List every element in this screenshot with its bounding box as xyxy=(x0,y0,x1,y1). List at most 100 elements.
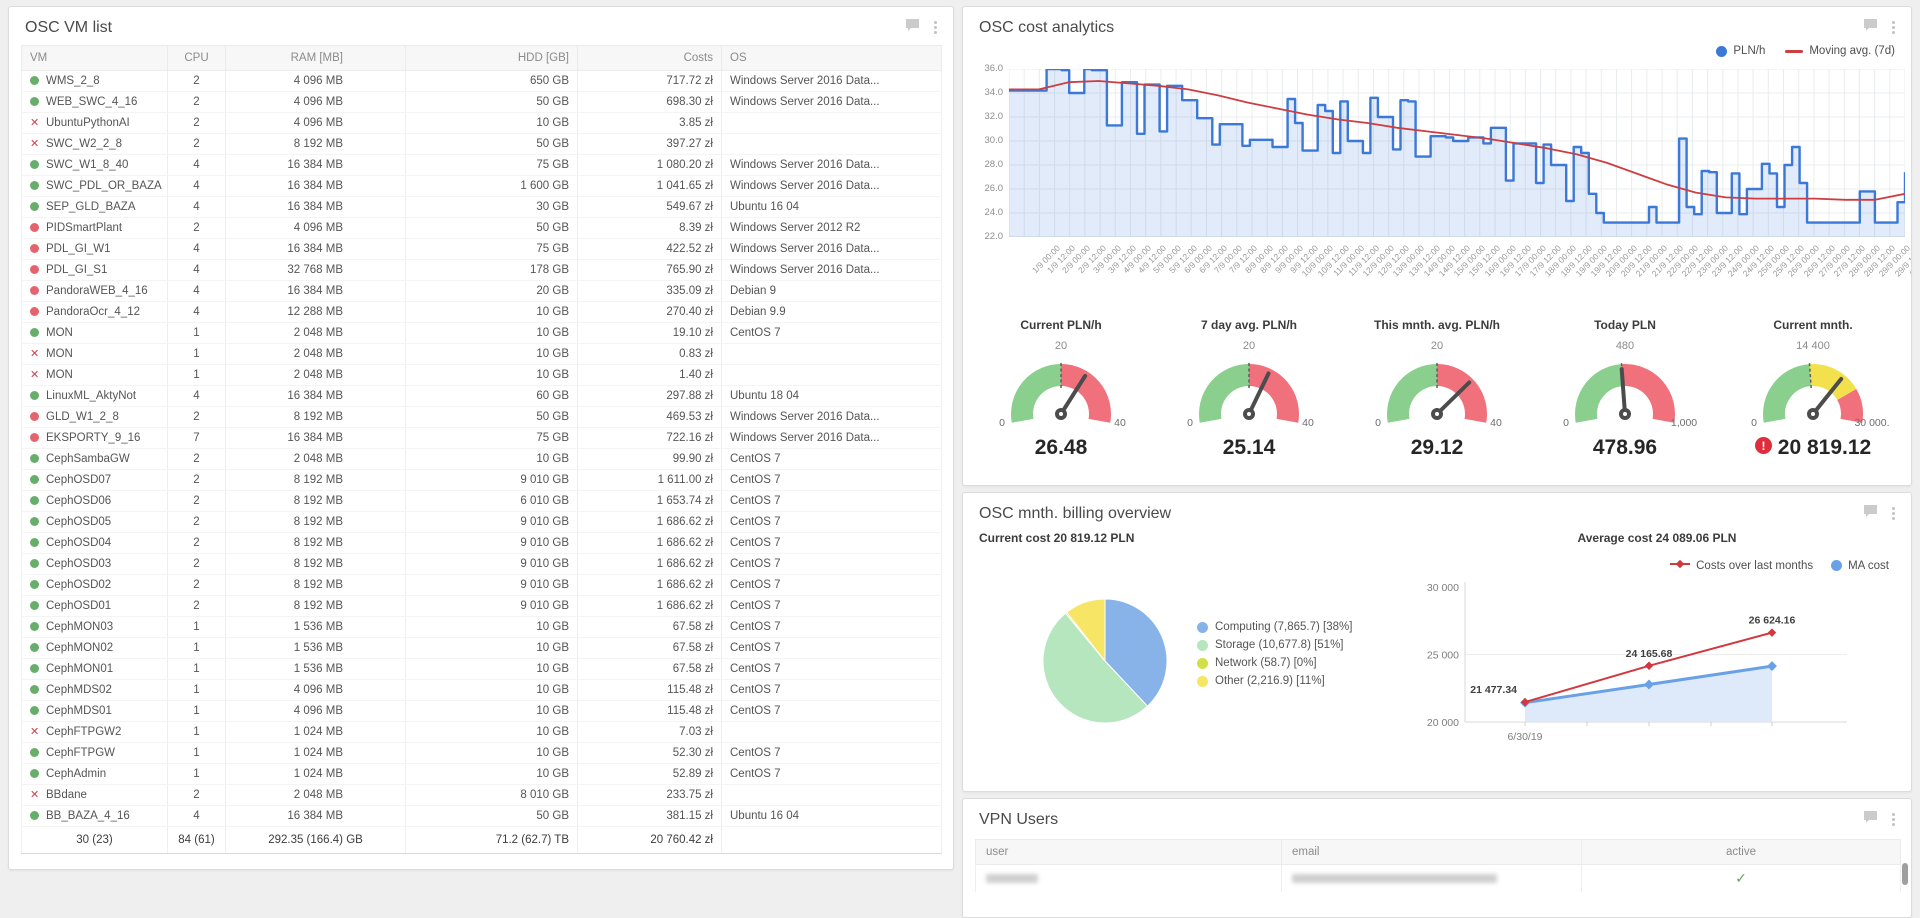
vm-name-cell: ✕BBdane xyxy=(22,785,168,806)
comment-icon[interactable] xyxy=(905,18,920,37)
table-row[interactable]: ✕BBdane22 048 MB8 010 GB233.75 zł xyxy=(22,785,942,806)
table-row[interactable]: CephMON0311 536 MB10 GB67.58 złCentOS 7 xyxy=(22,617,942,638)
vpn-table-row[interactable]: ✓ xyxy=(976,865,1901,893)
vm-name-cell: CephOSD03 xyxy=(22,554,168,575)
legend-item[interactable]: PLN/h xyxy=(1716,45,1765,57)
table-row[interactable]: ✕SWC_W2_2_828 192 MB50 GB397.27 zł xyxy=(22,134,942,155)
table-row[interactable]: CephMDS0114 096 MB10 GB115.48 złCentOS 7 xyxy=(22,701,942,722)
table-row[interactable]: LinuxML_AktyNot416 384 MB60 GB297.88 złU… xyxy=(22,386,942,407)
table-row[interactable]: SWC_PDL_OR_BAZA416 384 MB1 600 GB1 041.6… xyxy=(22,176,942,197)
table-row[interactable]: SEP_GLD_BAZA416 384 MB30 GB549.67 złUbun… xyxy=(22,197,942,218)
gauge[interactable]: This mnth. avg. PLN/h2004029.12 xyxy=(1343,318,1531,460)
vm-cpu-cell: 2 xyxy=(168,512,226,533)
table-row[interactable]: PandoraOcr_4_12412 288 MB10 GB270.40 złD… xyxy=(22,302,942,323)
column-header[interactable]: RAM [MB] xyxy=(226,46,406,71)
table-row[interactable]: WMS_2_824 096 MB650 GB717.72 złWindows S… xyxy=(22,71,942,92)
vm-os-cell: Ubuntu 16 04 xyxy=(722,197,942,218)
status-dot-icon xyxy=(30,433,39,442)
vm-cost-cell: 335.09 zł xyxy=(578,281,722,302)
status-x-icon: ✕ xyxy=(30,368,39,382)
table-row[interactable]: CephOSD0328 192 MB9 010 GB1 686.62 złCen… xyxy=(22,554,942,575)
table-row[interactable]: CephFTPGW11 024 MB10 GB52.30 złCentOS 7 xyxy=(22,743,942,764)
svg-text:40: 40 xyxy=(1302,417,1314,429)
column-header[interactable]: OS xyxy=(722,46,942,71)
table-row[interactable]: SWC_W1_8_40416 384 MB75 GB1 080.20 złWin… xyxy=(22,155,942,176)
kebab-menu-icon[interactable] xyxy=(1890,506,1897,521)
table-row[interactable]: MON12 048 MB10 GB19.10 złCentOS 7 xyxy=(22,323,942,344)
cost-chart[interactable]: 36.034.032.030.028.026.024.022.0 xyxy=(1009,69,1903,237)
table-row[interactable]: PIDSmartPlant24 096 MB50 GB8.39 złWindow… xyxy=(22,218,942,239)
billing-line-chart[interactable]: 30 00025 00020 0006/30/1921 477.3424 165… xyxy=(1419,572,1855,752)
table-row[interactable]: CephMDS0214 096 MB10 GB115.48 złCentOS 7 xyxy=(22,680,942,701)
pie-legend-item[interactable]: Computing (7,865.7) [38%] xyxy=(1197,621,1352,633)
comment-icon[interactable] xyxy=(1863,504,1878,523)
kebab-menu-icon[interactable] xyxy=(1890,812,1897,827)
column-header[interactable]: VM xyxy=(22,46,168,71)
pie-legend-item[interactable]: Network (58.7) [0%] xyxy=(1197,657,1352,669)
vm-cpu-cell: 4 xyxy=(168,176,226,197)
table-row[interactable]: CephOSD0728 192 MB9 010 GB1 611.00 złCen… xyxy=(22,470,942,491)
table-row[interactable]: ✕UbuntuPythonAI24 096 MB10 GB3.85 zł xyxy=(22,113,942,134)
vm-ram-cell: 8 192 MB xyxy=(226,596,406,617)
vm-cpu-cell: 1 xyxy=(168,659,226,680)
column-header[interactable]: active xyxy=(1582,840,1901,865)
table-row[interactable]: ✕CephFTPGW211 024 MB10 GB7.03 zł xyxy=(22,722,942,743)
kebab-menu-icon[interactable] xyxy=(932,20,939,35)
table-row[interactable]: BB_BAZA_4_16416 384 MB50 GB381.15 złUbun… xyxy=(22,806,942,827)
vm-hdd-cell: 9 010 GB xyxy=(406,554,578,575)
vm-ram-cell: 4 096 MB xyxy=(226,701,406,722)
table-row[interactable]: CephSambaGW22 048 MB10 GB99.90 złCentOS … xyxy=(22,449,942,470)
legend-item[interactable]: Moving avg. (7d) xyxy=(1785,45,1895,57)
table-row[interactable]: PDL_GI_S1432 768 MB178 GB765.90 złWindow… xyxy=(22,260,942,281)
table-row[interactable]: PandoraWEB_4_16416 384 MB20 GB335.09 złD… xyxy=(22,281,942,302)
vm-os-cell: CentOS 7 xyxy=(722,491,942,512)
vm-name: CephMON03 xyxy=(46,621,113,633)
vm-ram-cell: 16 384 MB xyxy=(226,428,406,449)
vm-cpu-cell: 1 xyxy=(168,764,226,785)
gauge[interactable]: Current mnth.14 400030 000.!20 819.12 xyxy=(1719,318,1907,460)
kebab-menu-icon[interactable] xyxy=(1890,20,1897,35)
table-row[interactable]: GLD_W1_2_828 192 MB50 GB469.53 złWindows… xyxy=(22,407,942,428)
table-row[interactable]: ✕MON12 048 MB10 GB1.40 zł xyxy=(22,365,942,386)
column-header[interactable]: HDD [GB] xyxy=(406,46,578,71)
vm-ram-cell: 2 048 MB xyxy=(226,344,406,365)
table-row[interactable]: PDL_GI_W1416 384 MB75 GB422.52 złWindows… xyxy=(22,239,942,260)
pie-legend-item[interactable]: Other (2,216.9) [11%] xyxy=(1197,675,1352,687)
vm-hdd-cell: 50 GB xyxy=(406,134,578,155)
column-header[interactable]: Costs xyxy=(578,46,722,71)
billing-pie-chart[interactable] xyxy=(1039,595,1171,727)
gauge[interactable]: Current PLN/h2004026.48 xyxy=(967,318,1155,460)
legend-item[interactable]: Costs over last months xyxy=(1670,559,1813,572)
vm-os-cell: CentOS 7 xyxy=(722,617,942,638)
svg-text:25 000: 25 000 xyxy=(1427,650,1459,662)
svg-text:20: 20 xyxy=(1243,340,1255,352)
table-row[interactable]: WEB_SWC_4_1624 096 MB50 GB698.30 złWindo… xyxy=(22,92,942,113)
table-row[interactable]: ✕MON12 048 MB10 GB0.83 zł xyxy=(22,344,942,365)
table-row[interactable]: CephMON0211 536 MB10 GB67.58 złCentOS 7 xyxy=(22,638,942,659)
vm-ram-cell: 2 048 MB xyxy=(226,365,406,386)
table-row[interactable]: CephOSD0628 192 MB6 010 GB1 653.74 złCen… xyxy=(22,491,942,512)
pie-legend-item[interactable]: Storage (10,677.8) [51%] xyxy=(1197,639,1352,651)
column-header[interactable]: user xyxy=(976,840,1282,865)
table-row[interactable]: CephAdmin11 024 MB10 GB52.89 złCentOS 7 xyxy=(22,764,942,785)
vm-name: CephOSD03 xyxy=(46,558,111,570)
vm-cost-cell: 1 653.74 zł xyxy=(578,491,722,512)
table-row[interactable]: CephOSD0128 192 MB9 010 GB1 686.62 złCen… xyxy=(22,596,942,617)
pie-legend-label: Other (2,216.9) [11%] xyxy=(1215,675,1325,687)
table-row[interactable]: CephOSD0428 192 MB9 010 GB1 686.62 złCen… xyxy=(22,533,942,554)
gauge[interactable]: 7 day avg. PLN/h2004025.14 xyxy=(1155,318,1343,460)
vm-cost-cell: 717.72 zł xyxy=(578,71,722,92)
gauge[interactable]: Today PLN48001,000478.96 xyxy=(1531,318,1719,460)
column-header[interactable]: CPU xyxy=(168,46,226,71)
table-row[interactable]: CephOSD0228 192 MB9 010 GB1 686.62 złCen… xyxy=(22,575,942,596)
column-header[interactable]: email xyxy=(1282,840,1582,865)
comment-icon[interactable] xyxy=(1863,810,1878,829)
legend-item[interactable]: MA cost xyxy=(1831,560,1889,572)
table-row[interactable]: CephMON0111 536 MB10 GB67.58 złCentOS 7 xyxy=(22,659,942,680)
billing-overview-panel: OSC mnth. billing overview Current cost … xyxy=(962,492,1912,792)
table-row[interactable]: CephOSD0528 192 MB9 010 GB1 686.62 złCen… xyxy=(22,512,942,533)
comment-icon[interactable] xyxy=(1863,18,1878,37)
table-row[interactable]: EKSPORTY_9_16716 384 MB75 GB722.16 złWin… xyxy=(22,428,942,449)
status-dot-icon xyxy=(30,244,39,253)
status-dot-icon xyxy=(30,328,39,337)
